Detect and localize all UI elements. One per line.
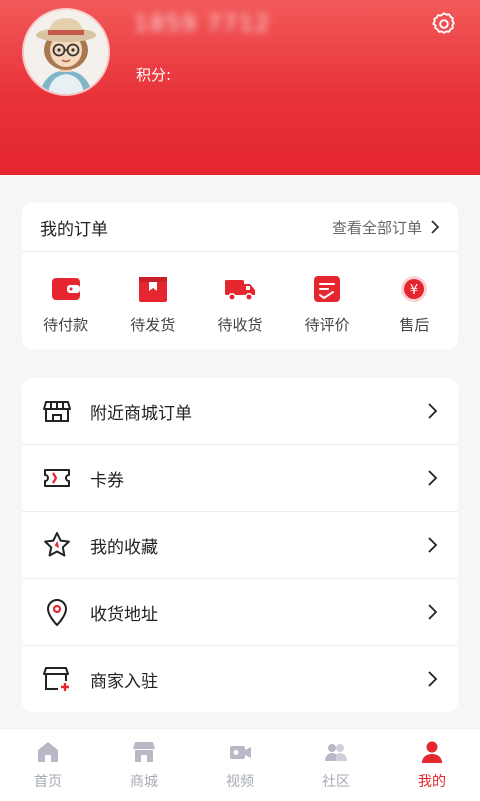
menu-label: 卡券: [90, 470, 124, 491]
community-icon: [325, 744, 347, 761]
menu-item-nearby-store-orders[interactable]: 附近商城订单: [22, 378, 458, 445]
menu-label: 我的收藏: [90, 537, 158, 558]
star-icon: [44, 532, 70, 557]
user-icon: [422, 741, 442, 763]
tab-label: 商城: [130, 774, 158, 790]
profile-header: 1859 7712 积分:: [0, 0, 480, 175]
store-icon: [43, 401, 71, 422]
tab-label: 我的: [418, 774, 446, 790]
order-pending-payment[interactable]: 待付款: [26, 272, 106, 335]
tab-community[interactable]: 社区: [288, 729, 384, 801]
order-pending-receipt[interactable]: 待收货: [200, 272, 280, 335]
menu-item-merchant-join[interactable]: 商家入驻: [22, 646, 458, 712]
refund-icon: ¥: [401, 276, 428, 302]
chevron-right-icon: [428, 671, 438, 687]
chevron-right-icon: [428, 403, 438, 419]
order-label: 待付款: [43, 316, 89, 334]
tab-label: 首页: [34, 774, 62, 790]
order-pending-review[interactable]: 待评价: [287, 272, 367, 335]
view-all-orders-label: 查看全部订单: [331, 218, 422, 237]
orders-header: 我的订单 查看全部订单: [22, 203, 458, 252]
video-icon: [230, 746, 251, 759]
tab-shop[interactable]: 商城: [96, 729, 192, 801]
box-icon: [138, 277, 167, 302]
menu-item-coupons[interactable]: 卡券: [22, 445, 458, 512]
shop-icon: [133, 742, 155, 762]
chevron-right-icon: [428, 604, 438, 620]
order-status-row: 待付款 待发货 待收货 待评价 ¥ 售后: [22, 252, 458, 335]
chevron-right-icon: [428, 537, 438, 553]
points-label: 积分:: [136, 66, 172, 84]
menu-card: 附近商城订单 卡券 我的收藏 收货地址 商家入驻: [22, 378, 458, 712]
tab-label: 视频: [226, 774, 254, 790]
order-label: 待评价: [304, 316, 350, 334]
chevron-right-icon: [428, 470, 438, 486]
location-pin-icon: [47, 599, 67, 626]
merchant-add-icon: [43, 667, 69, 691]
order-after-sales[interactable]: ¥ 售后: [374, 272, 454, 335]
avatar[interactable]: [24, 10, 108, 94]
menu-label: 附近商城订单: [90, 403, 192, 424]
menu-label: 收货地址: [90, 604, 158, 625]
settings-gear-icon[interactable]: [430, 10, 458, 38]
order-label: 售后: [399, 316, 430, 334]
chevron-right-icon: [431, 220, 440, 234]
orders-title: 我的订单: [40, 219, 108, 240]
menu-label: 商家入驻: [90, 671, 158, 692]
review-icon: [314, 276, 341, 302]
home-icon: [38, 742, 58, 762]
view-all-orders-link[interactable]: 查看全部订单: [332, 217, 440, 238]
menu-item-favorites[interactable]: 我的收藏: [22, 512, 458, 579]
tab-home[interactable]: 首页: [0, 729, 96, 801]
orders-card: 我的订单 查看全部订单 待付款 待发货 待收货 待评价 ¥ 售后: [22, 203, 458, 349]
ticket-icon: [44, 469, 70, 487]
username: 1859 7712: [134, 12, 271, 37]
tab-profile[interactable]: 我的: [384, 729, 480, 801]
svg-text:¥: ¥: [410, 283, 418, 298]
order-label: 待收货: [217, 316, 263, 334]
tab-label: 社区: [322, 774, 350, 790]
bottom-tab-bar: 首页 商城 视频 社区 我的: [0, 728, 480, 801]
menu-item-shipping-address[interactable]: 收货地址: [22, 579, 458, 646]
order-label: 待发货: [130, 316, 176, 334]
tab-video[interactable]: 视频: [192, 729, 288, 801]
order-pending-shipment[interactable]: 待发货: [113, 272, 193, 335]
wallet-icon: [51, 278, 80, 300]
truck-icon: [224, 280, 255, 301]
